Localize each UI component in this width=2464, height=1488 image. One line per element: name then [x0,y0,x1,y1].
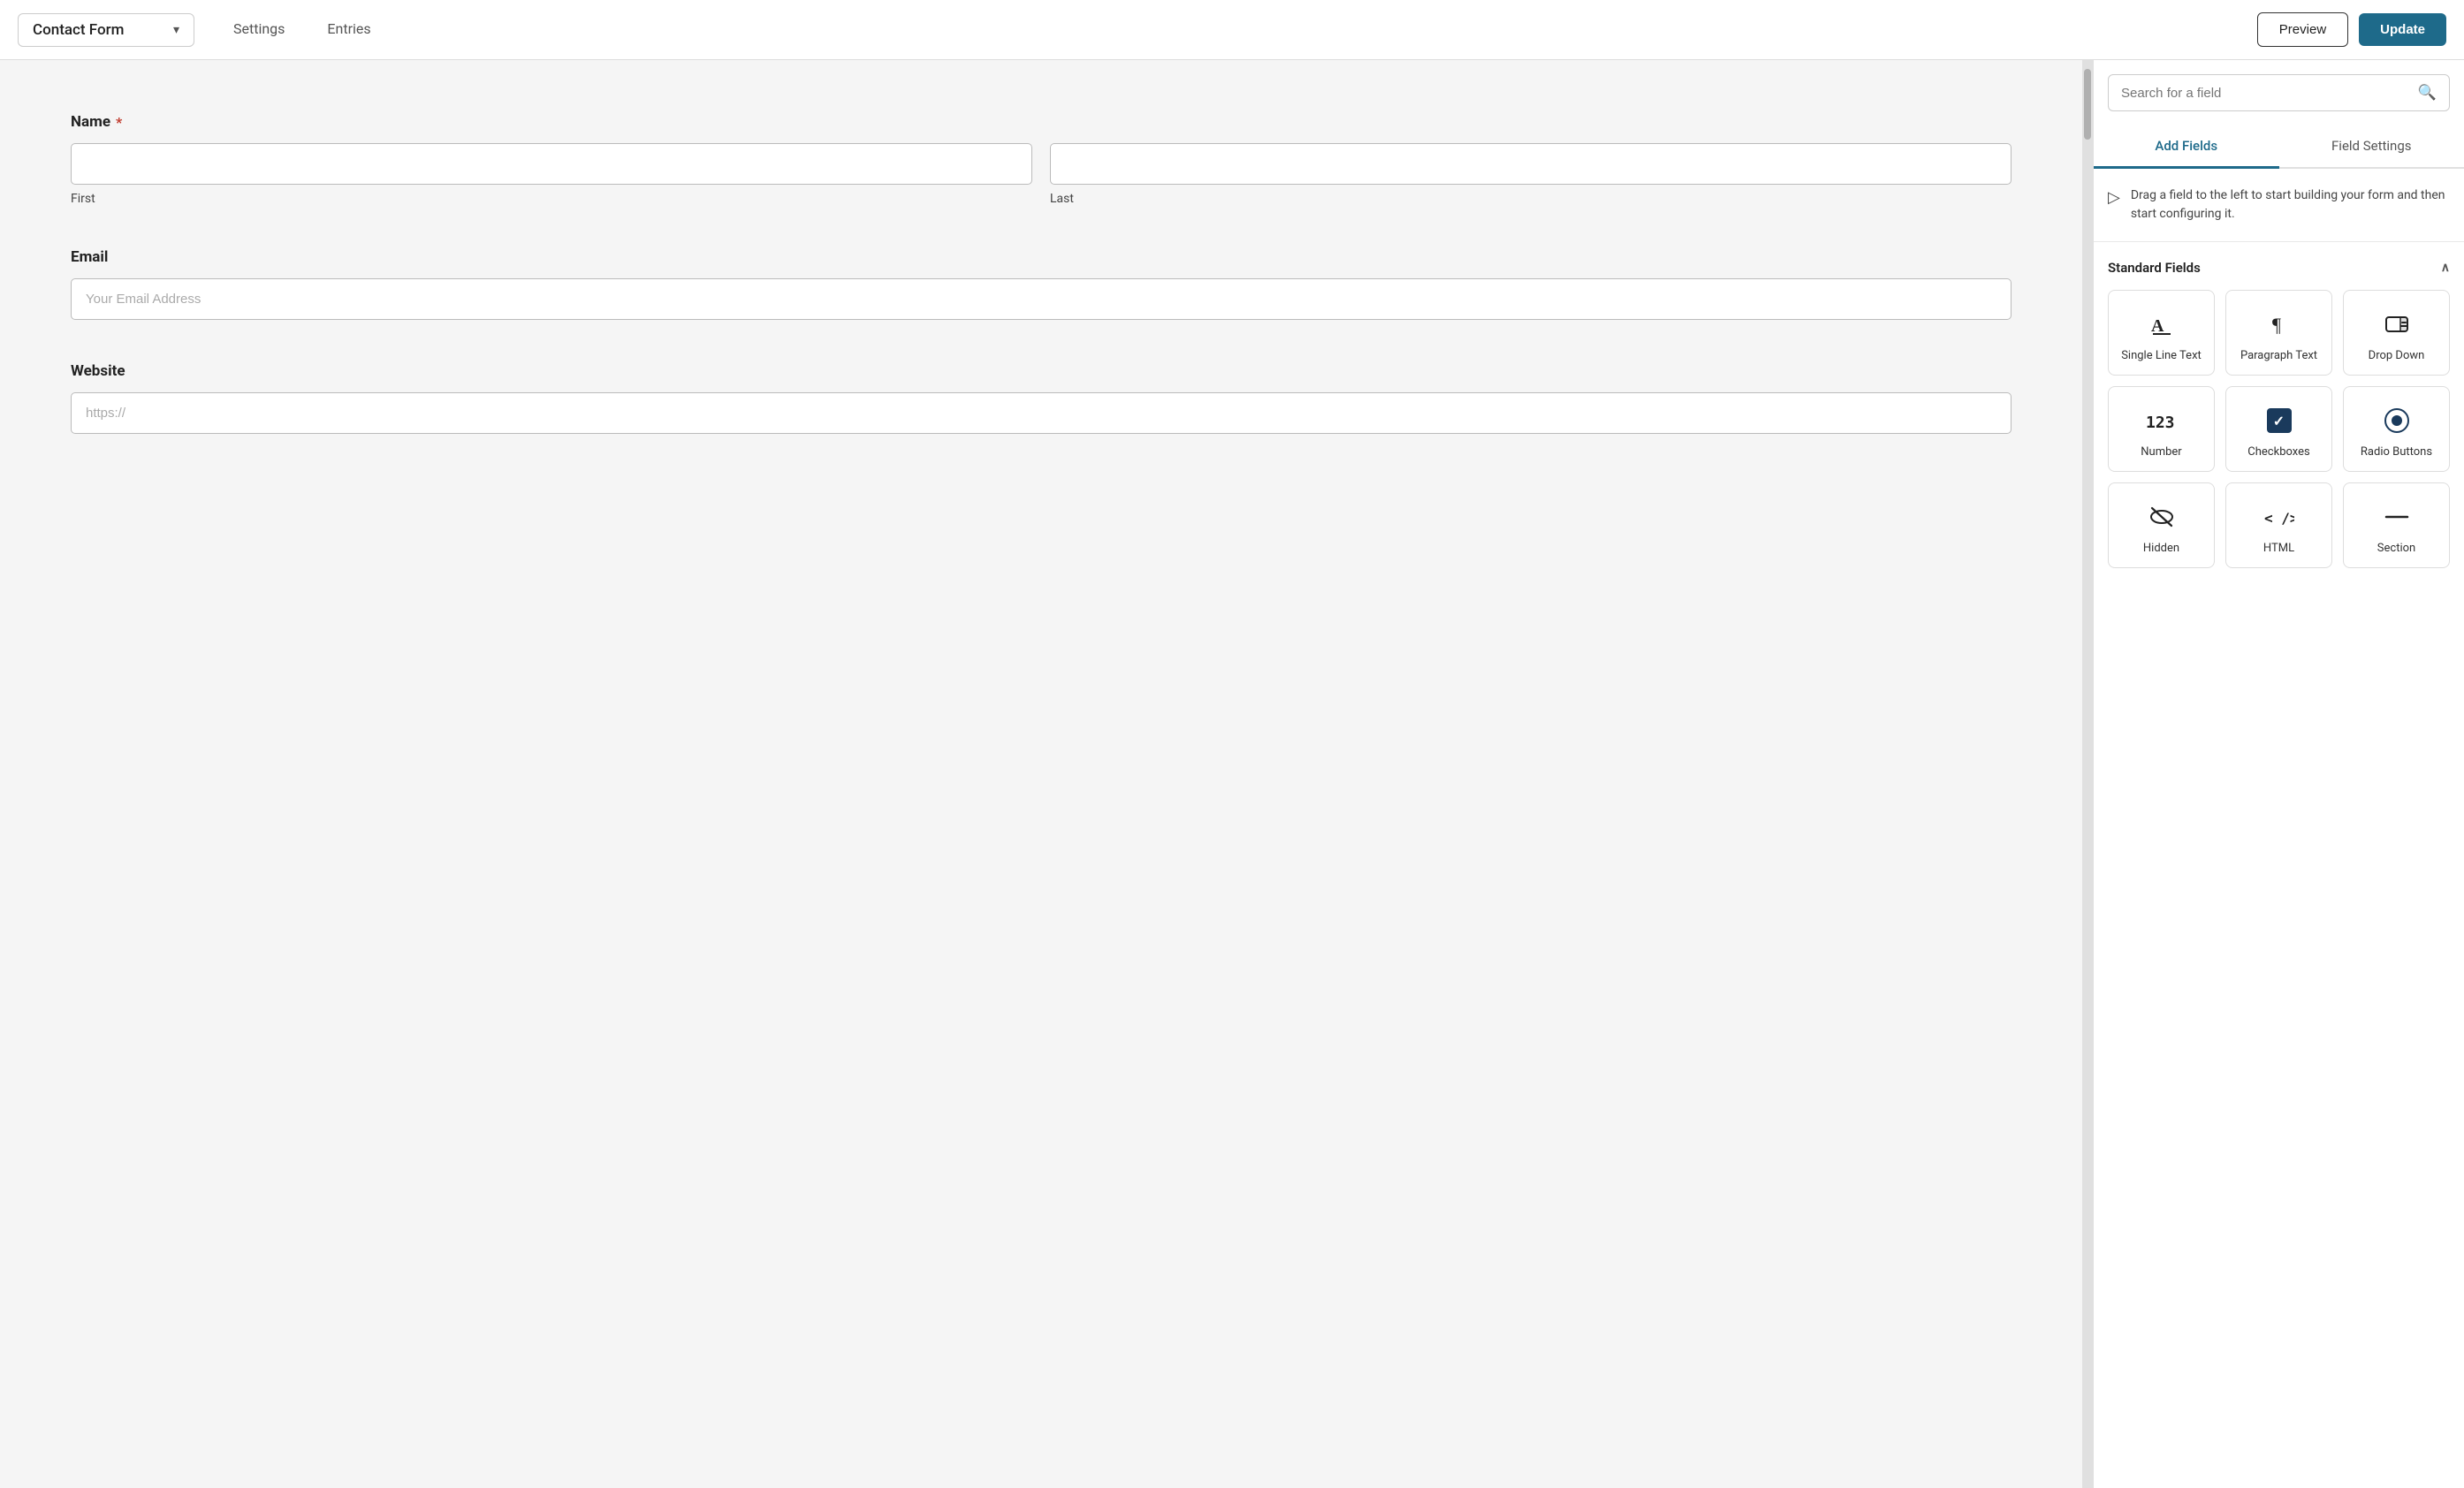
paragraph-text-icon: ¶ [2267,308,2292,340]
radio-buttons-icon [2384,405,2409,437]
svg-text:A: A [2151,316,2164,336]
form-title-dropdown[interactable]: Contact Form ▾ [18,13,194,47]
single-line-text-icon: A [2149,308,2174,340]
name-inputs: First Last [71,143,2012,206]
drag-hint: ▷ Drag a field to the left to start buil… [2094,169,2464,242]
standard-fields-section: Standard Fields ∧ A Single Line Text [2094,242,2464,1488]
form-canvas: Name * First Last Email [0,60,2082,1488]
form-title-text: Contact Form [33,21,124,39]
hidden-icon [2148,501,2175,533]
form-field-website: Website [71,362,2012,434]
drag-hint-text: Drag a field to the left to start buildi… [2131,186,2450,224]
panel-tabs: Add Fields Field Settings [2094,125,2464,169]
chevron-up-icon: ∧ [2441,261,2450,275]
field-card-html[interactable]: < /> HTML [2225,482,2332,568]
website-label: Website [71,362,2012,380]
last-name-wrap: Last [1050,143,2012,206]
name-label: Name * [71,113,2012,131]
drop-down-icon [2384,308,2409,340]
form-field-email: Email [71,248,2012,320]
search-input[interactable] [2121,86,2411,101]
svg-text:< />: < /> [2264,510,2294,527]
checkboxes-label: Checkboxes [2247,445,2309,459]
last-name-input[interactable] [1050,143,2012,185]
html-icon: < /> [2264,501,2294,533]
nav-tabs: Settings Entries [212,0,392,59]
field-card-paragraph-text[interactable]: ¶ Paragraph Text [2225,290,2332,376]
field-grid: A Single Line Text ¶ Paragraph Text [2108,290,2450,582]
number-label: Number [2141,445,2181,459]
tab-settings[interactable]: Settings [212,0,306,60]
field-card-radio-buttons[interactable]: Radio Buttons [2343,386,2450,472]
paragraph-text-label: Paragraph Text [2240,349,2317,362]
drop-down-label: Drop Down [2369,349,2425,362]
field-card-number[interactable]: 123 Number [2108,386,2215,472]
checkboxes-icon [2267,405,2292,437]
field-panel: 🔍 Add Fields Field Settings ▷ Drag a fie… [2093,60,2464,1488]
hidden-label: Hidden [2143,542,2179,555]
section-label: Standard Fields [2108,260,2201,276]
email-input[interactable] [71,278,2012,320]
chevron-down-icon: ▾ [173,23,179,37]
cursor-icon: ▷ [2108,188,2120,207]
field-card-checkboxes[interactable]: Checkboxes [2225,386,2332,472]
first-name-wrap: First [71,143,1032,206]
email-label: Email [71,248,2012,266]
header-actions: Preview Update [2257,12,2446,47]
last-sublabel: Last [1050,192,2012,206]
number-icon: 123 [2146,405,2178,437]
field-card-drop-down[interactable]: Drop Down [2343,290,2450,376]
first-name-input[interactable] [71,143,1032,185]
section-header-standard[interactable]: Standard Fields ∧ [2108,242,2450,290]
search-icon: 🔍 [2418,84,2437,102]
header: Contact Form ▾ Settings Entries Preview … [0,0,2464,60]
field-card-hidden[interactable]: Hidden [2108,482,2215,568]
search-wrapper: 🔍 [2108,74,2450,111]
section-label: Section [2377,542,2415,555]
svg-text:¶: ¶ [2272,314,2281,336]
radio-buttons-label: Radio Buttons [2361,445,2432,459]
required-star: * [116,114,122,131]
field-card-section[interactable]: Section [2343,482,2450,568]
field-card-single-line-text[interactable]: A Single Line Text [2108,290,2215,376]
scrollbar-track[interactable] [2082,60,2093,1488]
scrollbar-thumb[interactable] [2084,69,2091,140]
first-sublabel: First [71,192,1032,206]
tab-add-fields[interactable]: Add Fields [2094,125,2279,169]
form-field-name: Name * First Last [71,113,2012,206]
html-label: HTML [2263,542,2294,555]
svg-text:123: 123 [2146,414,2175,432]
main-layout: Name * First Last Email [0,60,2464,1488]
tab-field-settings[interactable]: Field Settings [2279,125,2464,169]
tab-entries[interactable]: Entries [306,0,392,60]
preview-button[interactable]: Preview [2257,12,2348,47]
website-input[interactable] [71,392,2012,434]
update-button[interactable]: Update [2359,13,2446,46]
section-icon [2384,501,2410,533]
single-line-text-label: Single Line Text [2121,349,2202,362]
search-bar: 🔍 [2094,60,2464,111]
